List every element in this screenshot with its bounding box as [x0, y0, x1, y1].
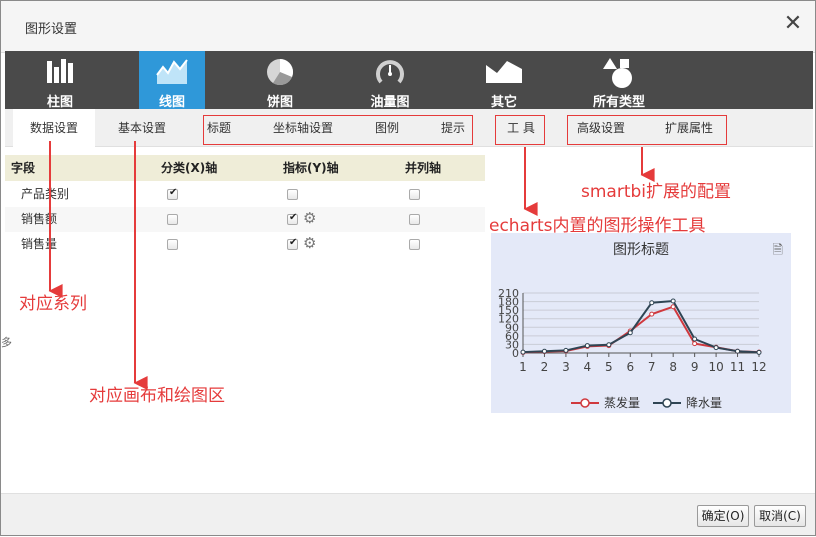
legend-label: 降水量	[686, 396, 722, 410]
data-point	[649, 311, 655, 317]
data-point	[649, 300, 655, 306]
x-tick-label: 3	[562, 360, 570, 374]
dialog-footer: 确定(O) 取消(C)	[1, 493, 815, 535]
legend-marker	[662, 398, 672, 408]
data-point	[606, 342, 612, 348]
line-chart: 03060901201501802101 2 3 4 5 6 7 8 9 10 11 12蒸发量 降水量	[498, 287, 767, 410]
cancel-button[interactable]: 取消(C)	[754, 505, 806, 527]
x-tick-label: 8	[669, 360, 677, 374]
data-point	[670, 298, 676, 304]
x-tick-label: 4	[584, 360, 592, 374]
data-point	[520, 349, 526, 355]
x-tick-label: 11	[730, 360, 745, 374]
x-tick-label: 6	[626, 360, 634, 374]
series-line	[522, 305, 760, 354]
legend-marker	[580, 398, 590, 408]
data-point	[692, 341, 698, 347]
x-tick-label: 5	[605, 360, 613, 374]
x-tick-label: 12	[751, 360, 766, 374]
legend-label: 蒸发量	[604, 395, 640, 410]
data-point	[584, 343, 590, 349]
x-tick-label: 9	[691, 360, 699, 374]
x-tick-label: 1	[519, 360, 527, 374]
x-tick-label: 10	[708, 360, 723, 374]
data-point	[627, 330, 633, 336]
x-tick-label: 2	[541, 360, 549, 374]
data-point	[541, 348, 547, 354]
data-point	[692, 336, 698, 342]
data-point	[563, 347, 569, 353]
x-tick-label: 7	[648, 360, 656, 374]
chart-preview: 图形标题 🗎 0 30 60 90 120 150 180 210 1 2 3 4 5 6 7 8 9 10 11 1…	[491, 233, 791, 413]
data-point	[756, 349, 762, 355]
data-point	[713, 345, 719, 351]
chart-settings-dialog: 图形设置 ✕ 柱图 线图 饼图 油量图 其它 所有类型 数据设置 基本设置 标题…	[0, 0, 816, 536]
ok-button[interactable]: 确定(O)	[697, 505, 749, 527]
y-tick-label: 210	[498, 287, 519, 300]
data-point	[735, 348, 741, 354]
